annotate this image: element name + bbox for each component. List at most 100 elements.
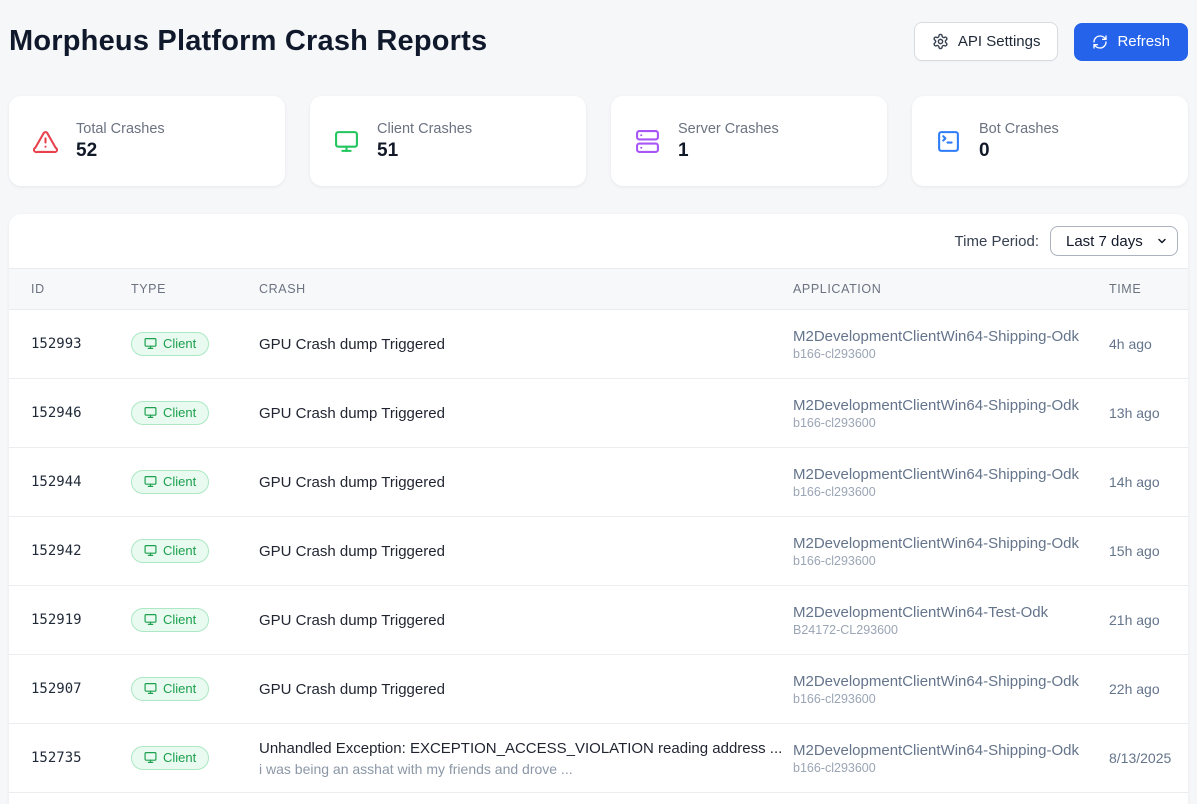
type-badge: Client bbox=[131, 400, 210, 426]
crash-title: GPU Crash dump Triggered bbox=[259, 680, 445, 698]
application-name: M2DevelopmentClientWin64-Shipping-Odk bbox=[793, 465, 1079, 483]
time-period-label: Time Period: bbox=[954, 232, 1039, 250]
table-row-partial[interactable] bbox=[9, 793, 1188, 804]
stat-value: 0 bbox=[979, 139, 990, 161]
column-header-time: TIME bbox=[1109, 282, 1142, 296]
application-name: M2DevelopmentClientWin64-Shipping-Odk bbox=[793, 327, 1079, 345]
monitor-icon bbox=[144, 544, 157, 557]
application-build: b166-cl293600 bbox=[793, 553, 876, 568]
application-build: b166-cl293600 bbox=[793, 691, 876, 706]
crash-id: 152944 bbox=[31, 474, 82, 490]
table-row[interactable]: 152944 Client GPU Crash dump Triggered M… bbox=[9, 448, 1188, 517]
alert-triangle-icon bbox=[33, 129, 58, 154]
stat-label: Client Crashes bbox=[377, 120, 473, 137]
type-badge: Client bbox=[131, 538, 210, 564]
crash-id: 152735 bbox=[31, 750, 82, 766]
crash-title: Unhandled Exception: EXCEPTION_ACCESS_VI… bbox=[259, 739, 783, 757]
application-name: M2DevelopmentClientWin64-Shipping-Odk bbox=[793, 741, 1079, 759]
crash-title: GPU Crash dump Triggered bbox=[259, 473, 445, 491]
monitor-icon bbox=[144, 475, 157, 488]
crash-time: 15h ago bbox=[1109, 543, 1160, 559]
crash-id: 152907 bbox=[31, 681, 82, 697]
crash-title: GPU Crash dump Triggered bbox=[259, 335, 445, 353]
monitor-icon bbox=[334, 129, 359, 154]
type-badge: Client bbox=[131, 469, 210, 495]
filter-bar: Time Period: Last 7 days bbox=[9, 214, 1188, 268]
crash-time: 13h ago bbox=[1109, 405, 1160, 421]
monitor-icon bbox=[144, 337, 157, 350]
crash-id: 152919 bbox=[31, 612, 82, 628]
application-name: M2DevelopmentClientWin64-Shipping-Odk bbox=[793, 534, 1079, 552]
crash-time: 8/13/2025 bbox=[1109, 750, 1172, 766]
crash-time: 22h ago bbox=[1109, 681, 1160, 697]
crash-time: 4h ago bbox=[1109, 336, 1152, 352]
table-row[interactable]: 152993 Client GPU Crash dump Triggered M… bbox=[9, 310, 1188, 379]
type-badge: Client bbox=[131, 607, 210, 633]
api-settings-label: API Settings bbox=[957, 33, 1041, 50]
stats-row: Total Crashes 52 Client Crashes 51 Serve… bbox=[9, 96, 1188, 186]
monitor-icon bbox=[144, 406, 157, 419]
stat-card-bot-crashes: Bot Crashes 0 bbox=[912, 96, 1188, 186]
crash-id: 152942 bbox=[31, 543, 82, 559]
table-row[interactable]: 152735 Client Unhandled Exception: EXCEP… bbox=[9, 724, 1188, 793]
time-period-select[interactable]: Last 7 days bbox=[1050, 226, 1178, 256]
column-header-type: TYPE bbox=[131, 282, 167, 296]
crash-title: GPU Crash dump Triggered bbox=[259, 611, 445, 629]
page-container: Morpheus Platform Crash Reports API Sett… bbox=[0, 22, 1197, 804]
column-header-id: ID bbox=[31, 282, 45, 296]
table-row[interactable]: 152919 Client GPU Crash dump Triggered M… bbox=[9, 586, 1188, 655]
server-icon bbox=[635, 129, 660, 154]
crash-title: GPU Crash dump Triggered bbox=[259, 404, 445, 422]
column-header-crash: CRASH bbox=[259, 282, 306, 296]
stat-value: 51 bbox=[377, 139, 399, 161]
type-badge-label: Client bbox=[163, 680, 197, 696]
type-badge-label: Client bbox=[163, 611, 197, 627]
gear-icon bbox=[932, 33, 949, 50]
stat-label: Total Crashes bbox=[76, 120, 165, 137]
page-title: Morpheus Platform Crash Reports bbox=[9, 25, 488, 57]
application-build: b166-cl293600 bbox=[793, 484, 876, 499]
crash-reports-panel: Time Period: Last 7 days ID TYPE CRASH A… bbox=[9, 214, 1188, 804]
application-name: M2DevelopmentClientWin64-Shipping-Odk bbox=[793, 672, 1079, 690]
application-name: M2DevelopmentClientWin64-Test-Odk bbox=[793, 603, 1049, 621]
type-badge-label: Client bbox=[163, 404, 197, 420]
crash-time: 14h ago bbox=[1109, 474, 1160, 490]
stat-value: 52 bbox=[76, 139, 98, 161]
stat-card-server-crashes: Server Crashes 1 bbox=[611, 96, 887, 186]
application-build: b166-cl293600 bbox=[793, 760, 876, 775]
stat-label: Bot Crashes bbox=[979, 120, 1059, 137]
crash-table: ID TYPE CRASH APPLICATION TIME 152993 Cl… bbox=[9, 268, 1188, 804]
type-badge: Client bbox=[131, 745, 210, 771]
refresh-button[interactable]: Refresh bbox=[1074, 22, 1188, 61]
table-body: 152993 Client GPU Crash dump Triggered M… bbox=[9, 310, 1188, 804]
application-name: M2DevelopmentClientWin64-Shipping-Odk bbox=[793, 396, 1079, 414]
header-actions: API Settings Refresh bbox=[913, 22, 1188, 61]
terminal-icon bbox=[936, 129, 961, 154]
type-badge: Client bbox=[131, 676, 210, 702]
type-badge-label: Client bbox=[163, 749, 197, 765]
table-row[interactable]: 152946 Client GPU Crash dump Triggered M… bbox=[9, 379, 1188, 448]
table-row[interactable]: 152942 Client GPU Crash dump Triggered M… bbox=[9, 517, 1188, 586]
crash-id: 152993 bbox=[31, 336, 82, 352]
crash-detail: i was being an asshat with my friends an… bbox=[259, 760, 573, 777]
refresh-icon bbox=[1092, 34, 1108, 50]
type-badge-label: Client bbox=[163, 473, 197, 489]
stat-value: 1 bbox=[678, 139, 689, 161]
column-header-application: APPLICATION bbox=[793, 282, 882, 296]
monitor-icon bbox=[144, 751, 157, 764]
table-row[interactable]: 152907 Client GPU Crash dump Triggered M… bbox=[9, 655, 1188, 724]
stat-card-client-crashes: Client Crashes 51 bbox=[310, 96, 586, 186]
api-settings-button[interactable]: API Settings bbox=[913, 22, 1059, 61]
stat-card-total-crashes: Total Crashes 52 bbox=[9, 96, 285, 186]
stat-label: Server Crashes bbox=[678, 120, 779, 137]
application-build: b166-cl293600 bbox=[793, 346, 876, 361]
type-badge-label: Client bbox=[163, 335, 197, 351]
crash-title: GPU Crash dump Triggered bbox=[259, 542, 445, 560]
crash-table-header: ID TYPE CRASH APPLICATION TIME bbox=[9, 268, 1188, 310]
crash-id: 152946 bbox=[31, 405, 82, 421]
crash-time: 21h ago bbox=[1109, 612, 1160, 628]
type-badge-label: Client bbox=[163, 542, 197, 558]
application-build: b166-cl293600 bbox=[793, 415, 876, 430]
type-badge: Client bbox=[131, 331, 210, 357]
application-build: B24172-CL293600 bbox=[793, 622, 898, 637]
